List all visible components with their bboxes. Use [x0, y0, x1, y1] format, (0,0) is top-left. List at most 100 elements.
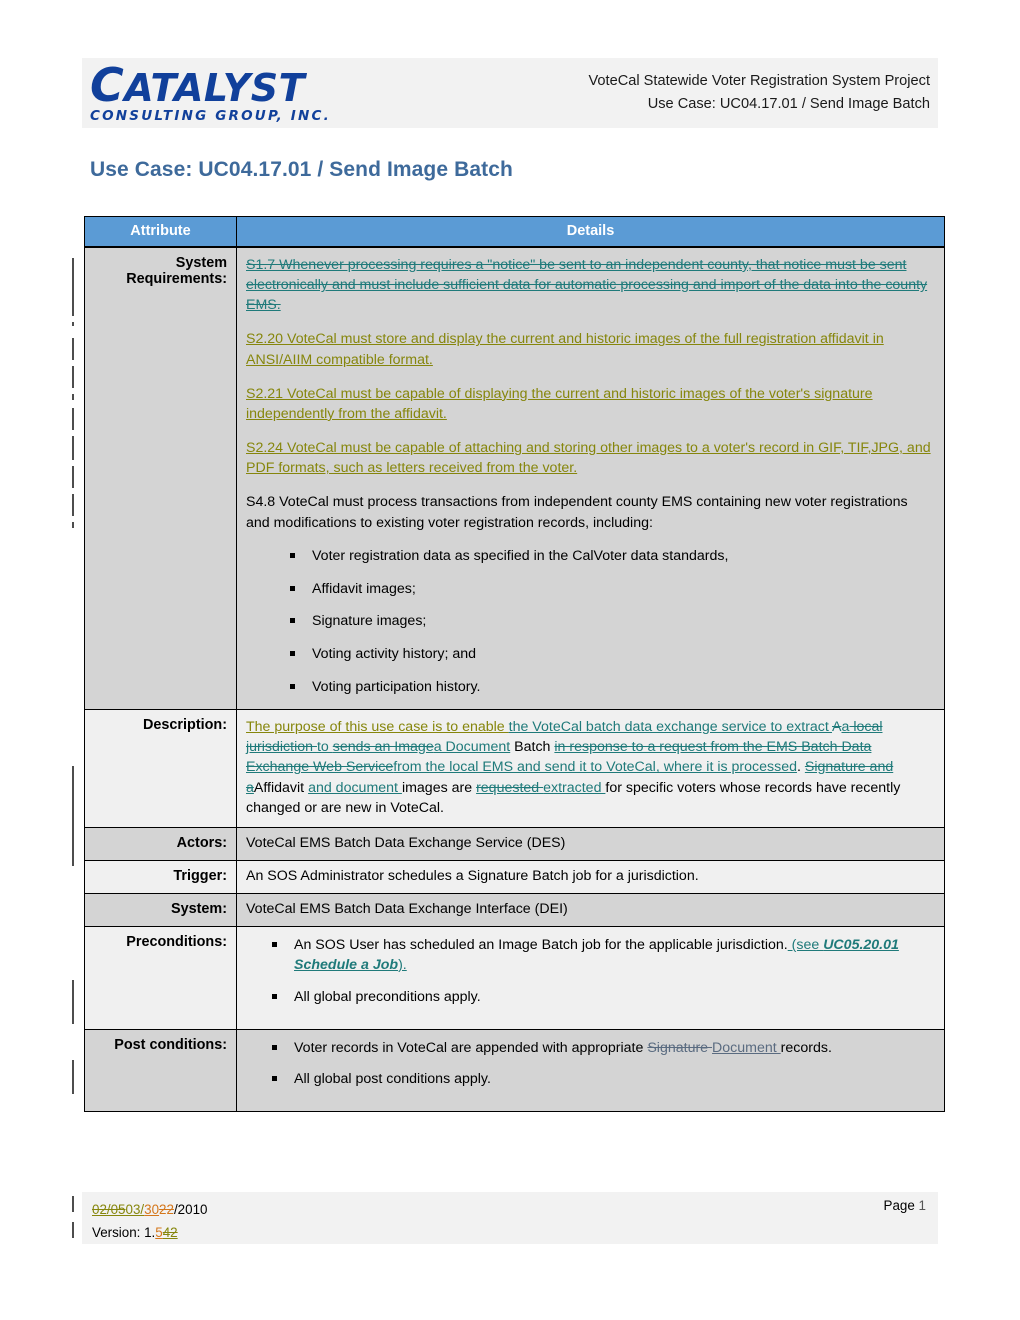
row-value-preconditions: An SOS User has scheduled an Image Batch… [236, 925, 945, 1030]
row-value-post-conditions: Voter records in VoteCal are appended wi… [236, 1028, 945, 1113]
revision-change-bar [72, 322, 75, 326]
page-header: CATALYST CONSULTING GROUP, INC. VoteCal … [82, 58, 938, 128]
revision-change-bar [72, 338, 75, 360]
description-run-1: the VoteCal batch data exchange service … [508, 719, 833, 736]
row-label-preconditions: Preconditions: [84, 925, 237, 1030]
description-run-14: ffidavit [263, 779, 309, 796]
list-item-label-tail: records. [780, 1039, 832, 1056]
inserted-text-document: Document [712, 1039, 781, 1056]
footer-version-label: Version: 1. [92, 1225, 156, 1241]
header-title-block: VoteCal Statewide Voter Registration Sys… [589, 70, 939, 115]
column-header-details: Details [236, 216, 945, 248]
revision-change-bar [72, 494, 75, 516]
footer-date-deleted-1: 02/05 [92, 1202, 126, 1217]
footer-left-block: 02/0503/3022/2010 Version: 1.542 [92, 1198, 207, 1245]
revision-change-bar [72, 466, 75, 488]
requirement-s2-21: S2.21 VoteCal must be capable of display… [246, 385, 873, 422]
square-bullet-icon [272, 941, 277, 947]
description-run-18: extracted [543, 779, 606, 796]
description-run-10: from the local EMS and send it to VoteCa… [393, 759, 797, 776]
square-bullet-icon [290, 552, 295, 558]
revision-change-bar [72, 1222, 75, 1238]
row-label-system: System: [84, 892, 237, 927]
footer-date-line: 02/0503/3022/2010 [92, 1198, 207, 1221]
square-bullet-icon [290, 651, 295, 657]
logo-wordmark-initial: C [90, 58, 125, 113]
description-run-11: . [796, 759, 805, 776]
list-item-label: Voting participation history. [312, 679, 481, 696]
deleted-text-signature: Signature [647, 1039, 713, 1056]
list-item: Voting participation history. [290, 678, 935, 698]
revision-change-bar [72, 394, 75, 400]
row-value-description: The purpose of this use case is to enabl… [236, 709, 945, 828]
list-item-label: All global post conditions apply. [294, 1071, 491, 1088]
list-item: All global post conditions apply. [272, 1070, 935, 1090]
table-row-description: Description: The purpose of this use cas… [84, 709, 945, 828]
requirement-s2-24: S2.24 VoteCal must be capable of attachi… [246, 440, 931, 477]
list-item-label: All global preconditions apply. [294, 988, 481, 1005]
description-run-5: to [316, 739, 333, 756]
logo-wordmark-rest: ATALYST [124, 66, 306, 111]
precondition-ref-suffix: ). [398, 956, 407, 973]
row-value-system-requirements: S1.7 Whenever processing requires a "not… [236, 246, 945, 711]
list-item-label: Voting activity history; and [312, 646, 477, 663]
square-bullet-icon [272, 1076, 277, 1082]
square-bullet-icon [290, 684, 295, 690]
table-row-actors: Actors: VoteCal EMS Batch Data Exchange … [84, 826, 945, 861]
footer-version-line: Version: 1.542 [92, 1221, 207, 1244]
revision-change-bar [72, 408, 75, 430]
requirement-s4-8: S4.8 VoteCal must process transactions f… [246, 494, 908, 531]
page-title: Use Case: UC04.17.01 / Send Image Batch [90, 158, 513, 181]
revision-change-bar [72, 1060, 75, 1094]
description-text: The purpose of this use case is to enabl… [246, 717, 935, 818]
footer-version-deleted: 42 [162, 1225, 178, 1241]
table-row-post-conditions: Post conditions: Voter records in VoteCa… [84, 1028, 945, 1113]
footer-page-indicator: Page 1 [884, 1198, 926, 1213]
revision-change-bar [72, 1196, 75, 1212]
requirement-s1-7: S1.7 Whenever processing requires a "not… [246, 257, 928, 314]
header-project-title: VoteCal Statewide Voter Registration Sys… [588, 73, 931, 90]
precondition-ref-prefix: (see [787, 936, 824, 953]
table-row-preconditions: Preconditions: An SOS User has scheduled… [84, 925, 945, 1030]
logo-wordmark: CATALYST [90, 62, 331, 108]
list-item: Voter registration data as specified in … [290, 547, 935, 567]
list-item-label: Affidavit images; [312, 580, 416, 597]
description-run-15: and document [308, 779, 402, 796]
square-bullet-icon [290, 585, 295, 591]
list-item: Signature images; [290, 612, 935, 632]
requirement-bullet-list: Voter registration data as specified in … [246, 547, 935, 698]
description-run-17: requested [476, 779, 544, 796]
list-item: Voting activity history; and [290, 645, 935, 665]
row-label-description: Description: [84, 709, 237, 828]
description-run-0: The purpose of this use case is to enabl… [246, 719, 509, 736]
list-item: All global preconditions apply. [272, 988, 935, 1008]
page-footer: 02/0503/3022/2010 Version: 1.542 Page 1 [82, 1192, 938, 1244]
square-bullet-icon [272, 1044, 277, 1050]
row-label-system-requirements: System Requirements: [84, 246, 237, 711]
list-item: Affidavit images; [290, 580, 935, 600]
footer-page-number: 1 [918, 1198, 926, 1213]
column-header-attribute: Attribute [84, 216, 237, 248]
list-item: Voter records in VoteCal are appended wi… [272, 1039, 935, 1059]
footer-version-inserted: 5 [155, 1225, 163, 1241]
row-label-trigger: Trigger: [84, 859, 237, 894]
list-item-label: An SOS User has scheduled an Image Batch… [294, 936, 788, 953]
footer-date-inserted-1: 03/ [125, 1202, 145, 1217]
description-run-8: Batch [510, 739, 555, 756]
revision-change-bar [72, 522, 75, 528]
list-item-label: Voter records in VoteCal are appended wi… [294, 1039, 648, 1056]
list-item-label: Voter registration data as specified in … [312, 547, 729, 564]
row-value-trigger: An SOS Administrator schedules a Signatu… [236, 859, 945, 894]
description-run-16: images are [401, 779, 477, 796]
square-bullet-icon [290, 618, 295, 624]
row-value-actors: VoteCal EMS Batch Data Exchange Service … [236, 826, 945, 861]
revision-change-bar [72, 766, 75, 866]
table-row-trigger: Trigger: An SOS Administrator schedules … [84, 859, 945, 894]
footer-page-label: Page [883, 1198, 919, 1213]
header-usecase-subtitle: Use Case: UC04.17.01 / Send Image Batch [647, 96, 930, 112]
footer-date-deleted-2: 22 [159, 1202, 174, 1217]
requirement-s2-20: S2.20 VoteCal must store and display the… [246, 331, 884, 368]
square-bullet-icon [272, 993, 277, 999]
table-row-system: System: VoteCal EMS Batch Data Exchange … [84, 892, 945, 927]
revision-change-bar [72, 366, 75, 388]
